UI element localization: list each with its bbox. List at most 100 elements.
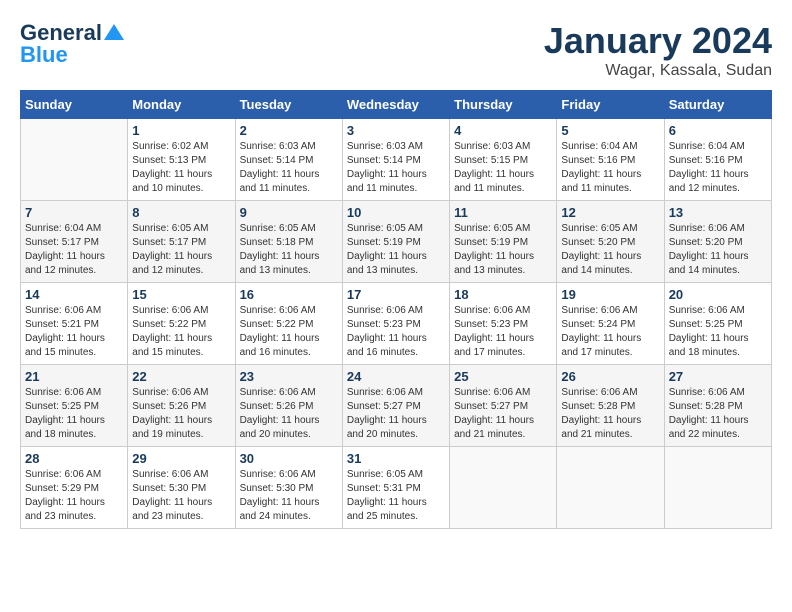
day-detail: Sunrise: 6:06 AMSunset: 5:25 PMDaylight:… — [25, 386, 123, 442]
weekday-header: Monday — [128, 91, 235, 119]
day-number: 29 — [132, 451, 230, 466]
calendar-week-row: 1 Sunrise: 6:02 AMSunset: 5:13 PMDaylight… — [21, 119, 772, 201]
calendar-cell: 8 Sunrise: 6:05 AMSunset: 5:17 PMDaylight… — [128, 201, 235, 283]
day-number: 15 — [132, 287, 230, 302]
calendar-cell: 21 Sunrise: 6:06 AMSunset: 5:25 PMDayligh… — [21, 365, 128, 447]
calendar-cell: 26Sunrise: 6:06 AMSunset: 5:28 PMDayligh… — [557, 365, 664, 447]
day-detail: Sunrise: 6:06 AMSunset: 5:23 PMDaylight:… — [454, 304, 552, 360]
calendar-cell: 13 Sunrise: 6:06 AMSunset: 5:20 PMDayligh… — [664, 201, 771, 283]
day-number: 23 — [240, 369, 338, 384]
day-number: 8 — [132, 205, 230, 220]
day-number: 24 — [347, 369, 445, 384]
calendar-cell: 24Sunrise: 6:06 AMSunset: 5:27 PMDayligh… — [342, 365, 449, 447]
day-detail: Sunrise: 6:05 AMSunset: 5:17 PMDaylight:… — [132, 222, 230, 278]
calendar-cell — [21, 119, 128, 201]
day-detail: Sunrise: 6:05 AMSunset: 5:31 PMDaylight:… — [347, 468, 445, 524]
calendar-cell: 12 Sunrise: 6:05 AMSunset: 5:20 PMDayligh… — [557, 201, 664, 283]
day-detail: Sunrise: 6:06 AMSunset: 5:22 PMDaylight:… — [132, 304, 230, 360]
weekday-header: Thursday — [450, 91, 557, 119]
day-number: 10 — [347, 205, 445, 220]
calendar-cell — [557, 447, 664, 529]
day-number: 6 — [669, 123, 767, 138]
day-detail: Sunrise: 6:06 AMSunset: 5:26 PMDaylight:… — [132, 386, 230, 442]
day-detail: Sunrise: 6:06 AMSunset: 5:23 PMDaylight:… — [347, 304, 445, 360]
day-number: 30 — [240, 451, 338, 466]
day-number: 1 — [132, 123, 230, 138]
calendar-cell: 19 Sunrise: 6:06 AMSunset: 5:24 PMDayligh… — [557, 283, 664, 365]
calendar-cell: 27 Sunrise: 6:06 AMSunset: 5:28 PMDayligh… — [664, 365, 771, 447]
logo-triangle-icon — [104, 24, 124, 40]
calendar-cell: 4 Sunrise: 6:03 AMSunset: 5:15 PMDaylight… — [450, 119, 557, 201]
day-detail: Sunrise: 6:06 AMSunset: 5:28 PMDaylight:… — [561, 386, 659, 442]
calendar-cell: 25 Sunrise: 6:06 AMSunset: 5:27 PMDayligh… — [450, 365, 557, 447]
weekday-header: Tuesday — [235, 91, 342, 119]
day-detail: Sunrise: 6:06 AMSunset: 5:27 PMDaylight:… — [454, 386, 552, 442]
calendar-cell: 14 Sunrise: 6:06 AMSunset: 5:21 PMDayligh… — [21, 283, 128, 365]
day-detail: Sunrise: 6:03 AMSunset: 5:14 PMDaylight:… — [347, 140, 445, 196]
day-detail: Sunrise: 6:05 AMSunset: 5:20 PMDaylight:… — [561, 222, 659, 278]
day-detail: Sunrise: 6:05 AMSunset: 5:19 PMDaylight:… — [454, 222, 552, 278]
weekday-header: Saturday — [664, 91, 771, 119]
day-number: 13 — [669, 205, 767, 220]
calendar-cell: 22 Sunrise: 6:06 AMSunset: 5:26 PMDayligh… — [128, 365, 235, 447]
day-number: 20 — [669, 287, 767, 302]
day-number: 11 — [454, 205, 552, 220]
day-detail: Sunrise: 6:03 AMSunset: 5:14 PMDaylight:… — [240, 140, 338, 196]
day-detail: Sunrise: 6:02 AMSunset: 5:13 PMDaylight:… — [132, 140, 230, 196]
day-number: 12 — [561, 205, 659, 220]
day-number: 19 — [561, 287, 659, 302]
day-detail: Sunrise: 6:04 AMSunset: 5:17 PMDaylight:… — [25, 222, 123, 278]
calendar-cell: 20 Sunrise: 6:06 AMSunset: 5:25 PMDayligh… — [664, 283, 771, 365]
day-detail: Sunrise: 6:06 AMSunset: 5:21 PMDaylight:… — [25, 304, 123, 360]
calendar-cell: 7 Sunrise: 6:04 AMSunset: 5:17 PMDaylight… — [21, 201, 128, 283]
day-number: 27 — [669, 369, 767, 384]
calendar-week-row: 28Sunrise: 6:06 AMSunset: 5:29 PMDayligh… — [21, 447, 772, 529]
day-detail: Sunrise: 6:06 AMSunset: 5:25 PMDaylight:… — [669, 304, 767, 360]
day-detail: Sunrise: 6:06 AMSunset: 5:26 PMDaylight:… — [240, 386, 338, 442]
weekday-header: Wednesday — [342, 91, 449, 119]
day-number: 4 — [454, 123, 552, 138]
calendar-cell: 17 Sunrise: 6:06 AMSunset: 5:23 PMDayligh… — [342, 283, 449, 365]
day-number: 5 — [561, 123, 659, 138]
day-number: 3 — [347, 123, 445, 138]
day-number: 28 — [25, 451, 123, 466]
day-number: 22 — [132, 369, 230, 384]
page-header: General Blue January 2024 Wagar, Kassala… — [20, 20, 772, 80]
calendar-header-row: SundayMondayTuesdayWednesdayThursdayFrid… — [21, 91, 772, 119]
day-number: 14 — [25, 287, 123, 302]
calendar-cell: 15 Sunrise: 6:06 AMSunset: 5:22 PMDayligh… — [128, 283, 235, 365]
calendar-week-row: 7 Sunrise: 6:04 AMSunset: 5:17 PMDaylight… — [21, 201, 772, 283]
calendar-cell — [664, 447, 771, 529]
day-number: 31 — [347, 451, 445, 466]
day-detail: Sunrise: 6:06 AMSunset: 5:30 PMDaylight:… — [132, 468, 230, 524]
title-block: January 2024 Wagar, Kassala, Sudan — [544, 20, 772, 80]
weekday-header: Sunday — [21, 91, 128, 119]
calendar-cell: 5Sunrise: 6:04 AMSunset: 5:16 PMDaylight… — [557, 119, 664, 201]
calendar-cell: 23 Sunrise: 6:06 AMSunset: 5:26 PMDayligh… — [235, 365, 342, 447]
day-number: 16 — [240, 287, 338, 302]
day-detail: Sunrise: 6:06 AMSunset: 5:24 PMDaylight:… — [561, 304, 659, 360]
day-detail: Sunrise: 6:03 AMSunset: 5:15 PMDaylight:… — [454, 140, 552, 196]
calendar-cell: 28Sunrise: 6:06 AMSunset: 5:29 PMDayligh… — [21, 447, 128, 529]
day-detail: Sunrise: 6:06 AMSunset: 5:22 PMDaylight:… — [240, 304, 338, 360]
calendar-cell — [450, 447, 557, 529]
calendar-cell: 30Sunrise: 6:06 AMSunset: 5:30 PMDayligh… — [235, 447, 342, 529]
month-title: January 2024 — [544, 20, 772, 62]
calendar-cell: 10Sunrise: 6:05 AMSunset: 5:19 PMDayligh… — [342, 201, 449, 283]
day-number: 9 — [240, 205, 338, 220]
calendar-week-row: 21 Sunrise: 6:06 AMSunset: 5:25 PMDayligh… — [21, 365, 772, 447]
day-detail: Sunrise: 6:06 AMSunset: 5:20 PMDaylight:… — [669, 222, 767, 278]
calendar-cell: 1 Sunrise: 6:02 AMSunset: 5:13 PMDaylight… — [128, 119, 235, 201]
day-number: 18 — [454, 287, 552, 302]
weekday-header: Friday — [557, 91, 664, 119]
day-number: 21 — [25, 369, 123, 384]
calendar-cell: 9Sunrise: 6:05 AMSunset: 5:18 PMDaylight… — [235, 201, 342, 283]
calendar-week-row: 14 Sunrise: 6:06 AMSunset: 5:21 PMDayligh… — [21, 283, 772, 365]
day-detail: Sunrise: 6:06 AMSunset: 5:28 PMDaylight:… — [669, 386, 767, 442]
day-number: 25 — [454, 369, 552, 384]
day-number: 7 — [25, 205, 123, 220]
logo-blue: Blue — [20, 42, 68, 68]
day-number: 17 — [347, 287, 445, 302]
calendar-cell: 3 Sunrise: 6:03 AMSunset: 5:14 PMDaylight… — [342, 119, 449, 201]
day-number: 2 — [240, 123, 338, 138]
